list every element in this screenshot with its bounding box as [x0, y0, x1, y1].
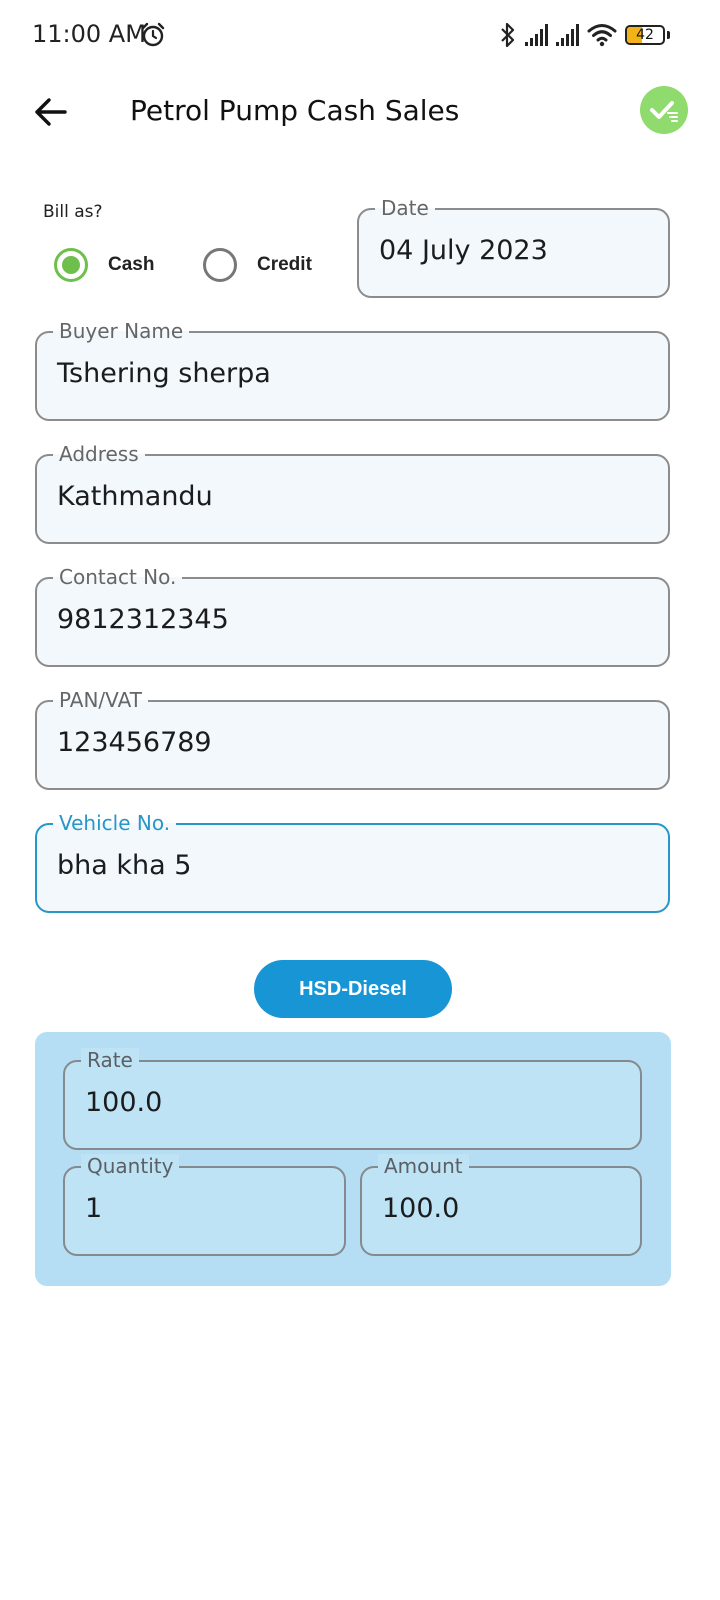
contact-label: Contact No.	[53, 565, 183, 589]
status-icons: 42	[499, 20, 670, 50]
vehicle-label: Vehicle No.	[53, 811, 177, 835]
amount-label: Amount	[378, 1154, 469, 1178]
fuel-panel: Rate 100.0 Quantity 1 Amount 100.0	[35, 1032, 671, 1286]
battery-icon: 42	[625, 25, 665, 45]
signal-icon	[556, 24, 579, 46]
pan-vat-value: 123456789	[57, 727, 212, 758]
wifi-icon	[587, 24, 617, 47]
status-bar: 11:00 AM 42	[0, 0, 720, 70]
amount-field[interactable]: Amount 100.0	[360, 1154, 642, 1256]
buyer-name-label: Buyer Name	[53, 319, 190, 343]
battery-level: 42	[636, 27, 654, 43]
rate-field[interactable]: Rate 100.0	[63, 1048, 642, 1150]
radio-credit-label: Credit	[257, 254, 312, 275]
check-icon	[650, 101, 678, 122]
bill-as-label: Bill as?	[43, 202, 103, 222]
date-value: 04 July 2023	[379, 235, 548, 266]
address-label: Address	[53, 442, 145, 466]
arrow-left-icon	[35, 98, 67, 126]
battery-tip	[667, 31, 670, 39]
save-button[interactable]	[640, 86, 688, 134]
back-button[interactable]	[28, 90, 72, 134]
address-field[interactable]: Address Kathmandu	[35, 442, 670, 544]
radio-unchecked-icon	[203, 248, 237, 282]
quantity-value: 1	[85, 1193, 103, 1224]
radio-credit[interactable]: Credit	[203, 248, 312, 282]
rate-value: 100.0	[85, 1087, 163, 1118]
alarm-icon	[141, 22, 165, 47]
bluetooth-icon	[501, 22, 515, 48]
vehicle-value: bha kha 5	[57, 850, 192, 881]
radio-cash-label: Cash	[108, 254, 155, 275]
app-bar: Petrol Pump Cash Sales	[0, 72, 720, 152]
address-value: Kathmandu	[57, 481, 213, 512]
radio-cash[interactable]: Cash	[54, 248, 154, 282]
pan-vat-label: PAN/VAT	[53, 688, 148, 712]
fuel-type-button[interactable]: HSD-Diesel	[254, 960, 452, 1018]
vehicle-field[interactable]: Vehicle No. bha kha 5	[35, 811, 670, 913]
buyer-name-value: Tshering sherpa	[57, 358, 271, 389]
pan-vat-field[interactable]: PAN/VAT 123456789	[35, 688, 670, 790]
contact-field[interactable]: Contact No. 9812312345	[35, 565, 670, 667]
date-field[interactable]: Date 04 July 2023	[357, 196, 670, 298]
radio-checked-icon	[54, 248, 88, 282]
quantity-field[interactable]: Quantity 1	[63, 1154, 346, 1256]
buyer-name-field[interactable]: Buyer Name Tshering sherpa	[35, 319, 670, 421]
quantity-label: Quantity	[81, 1154, 180, 1178]
amount-value: 100.0	[382, 1193, 460, 1224]
rate-label: Rate	[81, 1048, 139, 1072]
contact-value: 9812312345	[57, 604, 229, 635]
signal-icon	[525, 24, 548, 46]
status-time: 11:00 AM	[32, 20, 146, 48]
date-label: Date	[375, 196, 435, 220]
page-title: Petrol Pump Cash Sales	[130, 94, 460, 127]
